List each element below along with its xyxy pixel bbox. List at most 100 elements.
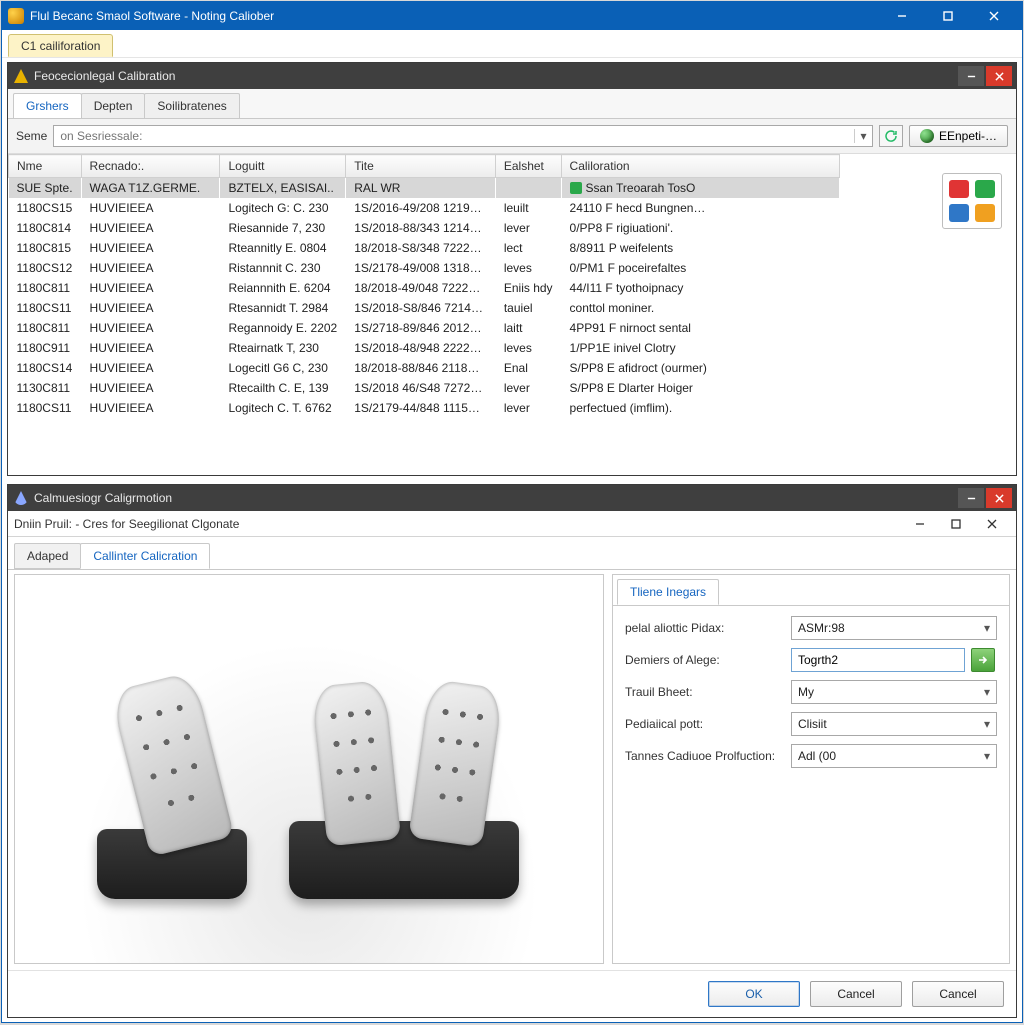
sub-window-title: Dniin Pruil: - Cres for Seegilionat Clgo… — [14, 517, 902, 531]
status-ok-icon — [570, 182, 582, 194]
table-row[interactable]: 1180CS12HUVIEIEEARistannnit C. 2301S/217… — [9, 258, 840, 278]
export-label: EEnpeti-… — [939, 129, 997, 143]
globe-icon — [920, 129, 934, 143]
table-cell: Ssan Treoarah TosO — [561, 178, 839, 199]
tab-soilibratenes[interactable]: Soilibratenes — [144, 93, 239, 118]
table-cell: 1S/2018-S8/846 7214… — [346, 298, 496, 318]
tannes-select[interactable]: Adl (00▾ — [791, 744, 997, 768]
field-label: Demiers of Alege: — [625, 653, 785, 667]
tab-depten[interactable]: Depten — [81, 93, 146, 118]
table-row[interactable]: 1180C811HUVIEIEEARegannoidy E. 22021S/27… — [9, 318, 840, 338]
sub-maximize-button[interactable] — [938, 514, 974, 534]
window-buttons — [880, 5, 1016, 27]
table-row[interactable]: 1180C814HUVIEIEEARiesannide 7, 2301S/201… — [9, 218, 840, 238]
panel-b-header: Calmuesiogr Caligrmotion — [8, 485, 1016, 511]
ok-button[interactable]: OK — [708, 981, 800, 1007]
col-ealt[interactable]: Ealshet — [495, 155, 561, 178]
properties-pane: Tliene Inegars pelal aliottic Pidax: ASM… — [612, 574, 1010, 964]
maximize-button[interactable] — [926, 5, 970, 27]
table-cell: HUVIEIEEA — [81, 358, 220, 378]
minimize-button[interactable] — [880, 5, 924, 27]
palette-swatch-icon[interactable] — [975, 180, 995, 198]
apply-button[interactable] — [971, 648, 995, 672]
app-icon — [8, 8, 24, 24]
tool-palette[interactable] — [942, 173, 1002, 229]
close-button[interactable] — [972, 5, 1016, 27]
tab-callinter[interactable]: Callinter Calicration — [80, 543, 210, 569]
table-cell: S/PP8 E afidroct (ourmer) — [561, 358, 839, 378]
table-row[interactable]: 1180CS11HUVIEIEEARtesannidt T. 29841S/20… — [9, 298, 840, 318]
select-value: ASMr:98 — [798, 621, 845, 635]
select-value: Clisiit — [798, 717, 827, 731]
table-cell: 18/2018-88/846 2118… — [346, 358, 496, 378]
table-row[interactable]: 1180C811HUVIEIEEAReiannnith E. 620418/20… — [9, 278, 840, 298]
col-nme[interactable]: Nme — [9, 155, 82, 178]
sub-window-bar: Dniin Pruil: - Cres for Seegilionat Clgo… — [8, 511, 1016, 537]
cancel-button[interactable]: Cancel — [810, 981, 902, 1007]
panel-a-tabs: Grshers Depten Soilibratenes — [8, 89, 1016, 119]
table-row[interactable]: 1180C911HUVIEIEEARteairnatk T, 2301S/201… — [9, 338, 840, 358]
table-row[interactable]: 1180C815HUVIEIEEARteannitly E. 080418/20… — [9, 238, 840, 258]
table-cell: BZTELX, EASISAI.. — [220, 178, 346, 199]
tab-tliene[interactable]: Tliene Inegars — [617, 579, 719, 605]
pedal-icon — [311, 680, 401, 847]
panel-b-minimize[interactable] — [958, 488, 984, 508]
tab-adaped[interactable]: Adaped — [14, 543, 81, 569]
table-row[interactable]: SUE Spte.WAGA T1Z.GERME.BZTELX, EASISAI.… — [9, 178, 840, 199]
panel-a-body: Grshers Depten Soilibratenes Seme ▾ EEnp… — [8, 89, 1016, 475]
panel-b-close[interactable] — [986, 488, 1012, 508]
palette-swatch-icon[interactable] — [949, 204, 969, 222]
table-cell: RAL WR — [346, 178, 496, 199]
tab-calibration[interactable]: C1 cailiforation — [8, 34, 113, 57]
table-cell: HUVIEIEEA — [81, 238, 220, 258]
select-value: Adl (00 — [798, 749, 836, 763]
table-cell: 1S/2718-89/846 2012… — [346, 318, 496, 338]
table-cell: HUVIEIEEA — [81, 198, 220, 218]
table-cell: Reiannnith E. 6204 — [220, 278, 346, 298]
col-log[interactable]: Loguitt — [220, 155, 346, 178]
table-row[interactable]: 1180CS15HUVIEIEEALogitech G: C. 2301S/20… — [9, 198, 840, 218]
pediaical-select[interactable]: Clisiit▾ — [791, 712, 997, 736]
table-cell: leves — [495, 338, 561, 358]
palette-swatch-icon[interactable] — [975, 204, 995, 222]
warning-icon — [14, 69, 28, 83]
app-title: Flul Becanc Smaol Software - Noting Cali… — [30, 9, 880, 23]
sub-minimize-button[interactable] — [902, 514, 938, 534]
panel-a-close[interactable] — [986, 66, 1012, 86]
col-tite[interactable]: Tite — [346, 155, 496, 178]
calibration-table: Nme Recnado:. Loguitt Tite Ealshet Calil… — [8, 154, 840, 418]
table-wrap[interactable]: Nme Recnado:. Loguitt Tite Ealshet Calil… — [8, 154, 1016, 475]
table-cell: HUVIEIEEA — [81, 218, 220, 238]
export-button[interactable]: EEnpeti-… — [909, 125, 1008, 147]
table-cell: 0/PM1 F poceirefaltes — [561, 258, 839, 278]
table-cell: HUVIEIEEA — [81, 338, 220, 358]
search-input[interactable] — [54, 129, 854, 143]
sub-close-button[interactable] — [974, 514, 1010, 534]
refresh-button[interactable] — [879, 125, 903, 147]
tab-grshers[interactable]: Grshers — [13, 93, 82, 118]
col-rec[interactable]: Recnado:. — [81, 155, 220, 178]
table-cell: 1S/2018-88/343 1214… — [346, 218, 496, 238]
table-cell: 1180C811 — [9, 278, 82, 298]
table-cell: HUVIEIEEA — [81, 398, 220, 418]
table-cell: 0/PP8 F rigiuationi'. — [561, 218, 839, 238]
palette-swatch-icon[interactable] — [949, 180, 969, 198]
table-row[interactable]: 1180CS14HUVIEIEEALogecitl G6 C, 23018/20… — [9, 358, 840, 378]
pedal-pidax-select[interactable]: ASMr:98▾ — [791, 616, 997, 640]
search-combobox[interactable]: ▾ — [53, 125, 873, 147]
table-cell: 1S/2018-48/948 2222… — [346, 338, 496, 358]
col-cal[interactable]: Caliloration — [561, 155, 839, 178]
menubar: C1 cailiforation — [2, 30, 1022, 58]
pedals-illustration — [89, 619, 529, 919]
chevron-down-icon[interactable]: ▾ — [854, 129, 872, 143]
trauil-select[interactable]: My▾ — [791, 680, 997, 704]
table-row[interactable]: 1130C811HUVIEIEEARtecailth C. E, 1391S/2… — [9, 378, 840, 398]
cancel-button-2[interactable]: Cancel — [912, 981, 1004, 1007]
panel-a-minimize[interactable] — [958, 66, 984, 86]
table-row[interactable]: 1180CS11HUVIEIEEALogitech C. T. 67621S/2… — [9, 398, 840, 418]
arrow-right-icon — [977, 654, 989, 666]
table-cell: WAGA T1Z.GERME. — [81, 178, 220, 199]
demiers-input[interactable]: Togrth2 — [791, 648, 965, 672]
panel-a-header: Feocecionlegal Calibration — [8, 63, 1016, 89]
table-cell: HUVIEIEEA — [81, 318, 220, 338]
